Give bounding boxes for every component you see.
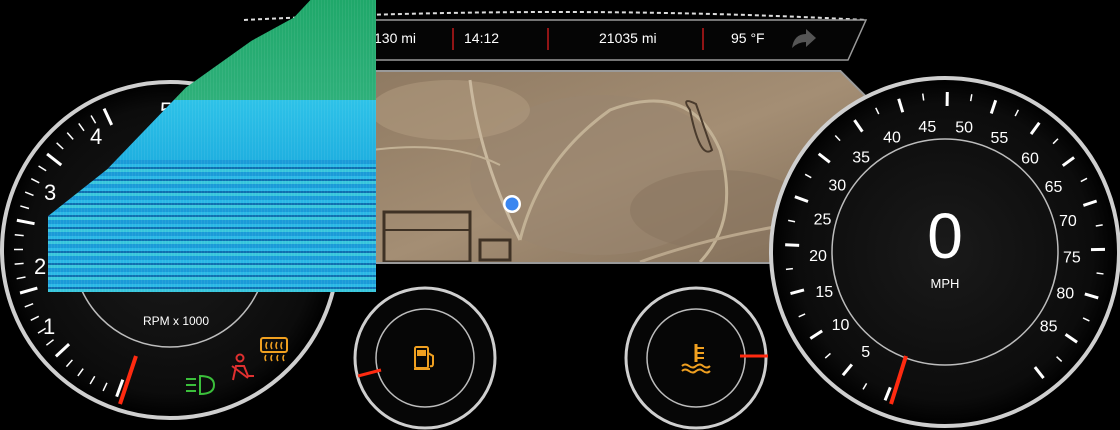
speed-unit-label: MPH (931, 276, 960, 291)
speedometer: 5 10 15 20 25 30 35 40 45 50 55 60 65 70 75 80 85 0 MPH (769, 76, 1120, 428)
speed-tick (921, 93, 925, 101)
tach-label-1: 1 (43, 314, 55, 339)
speed-tick (785, 267, 793, 271)
speed-label: 45 (918, 119, 936, 136)
speed-tick (1096, 272, 1104, 275)
current-location-marker (503, 195, 521, 213)
coolant-gauge (624, 286, 768, 430)
speed-label: 40 (883, 130, 901, 147)
speed-label: 75 (1063, 249, 1081, 266)
speed-label: 70 (1059, 213, 1077, 230)
speed-label: 25 (814, 211, 832, 228)
temperature-readout: 95 °F (731, 30, 765, 46)
tach-label-4: 4 (90, 124, 102, 149)
tach-label-3: 3 (44, 180, 56, 205)
speed-label: 5 (861, 344, 870, 361)
fuel-gauge (353, 286, 497, 430)
speed-label: 50 (955, 119, 973, 136)
tach-tick (14, 234, 24, 237)
odometer-readout: 21035 mi (599, 30, 657, 46)
tach-tick (14, 262, 24, 265)
speed-label: 10 (832, 317, 850, 334)
speed-label: 30 (828, 178, 846, 195)
speed-label: 55 (990, 130, 1008, 147)
speed-label: 60 (1021, 151, 1039, 168)
rpm-unit-label: RPM x 1000 (143, 314, 209, 328)
speed-value: 0 (927, 200, 963, 272)
tach-label-2: 2 (34, 254, 46, 279)
speed-label: 35 (852, 150, 870, 167)
range-readout: 130 mi (374, 30, 416, 46)
speed-label: 80 (1056, 286, 1074, 303)
speed-label: 85 (1040, 318, 1058, 335)
clock-readout: 14:12 (464, 30, 499, 46)
speed-tick (785, 243, 800, 247)
speed-label: 20 (809, 248, 827, 265)
speed-label: 65 (1045, 179, 1063, 196)
speed-label: 15 (815, 284, 833, 301)
